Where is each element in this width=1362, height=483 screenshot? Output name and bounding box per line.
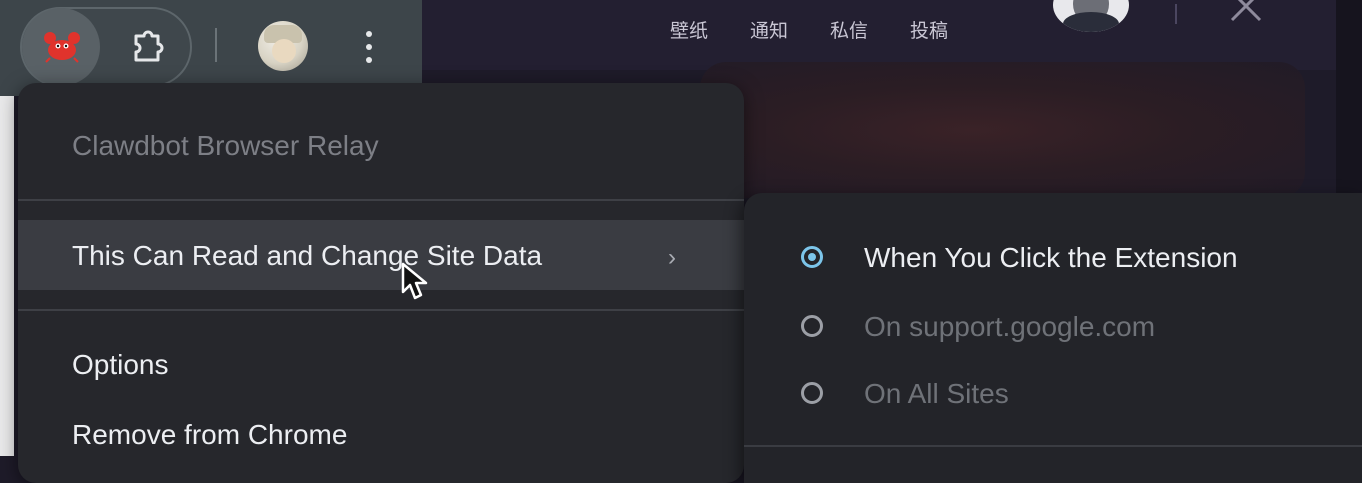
radio-on-site[interactable] [801,315,823,337]
option-when-click-label[interactable]: When You Click the Extension [864,242,1238,274]
profile-avatar[interactable] [258,21,308,71]
site-top-nav: 壁纸 通知 私信 投稿 [422,0,1362,70]
radio-all-sites[interactable] [801,382,823,404]
extension-context-menu: Clawdbot Browser Relay This Can Read and… [18,83,744,483]
nav-divider [1175,4,1177,24]
profile-face [272,39,296,63]
puzzle-icon[interactable] [128,24,168,68]
chevron-right-icon: › [668,244,676,271]
nav-link-messages[interactable]: 私信 [830,16,868,43]
menu-item-site-access-label[interactable]: This Can Read and Change Site Data [72,240,542,272]
menu-item-options[interactable]: Options [72,349,169,381]
submenu-separator [744,445,1362,447]
avatar-shirt [1063,12,1119,32]
page-hero-banner [700,62,1305,198]
page-left-edge [0,96,14,456]
nav-link-wallpaper[interactable]: 壁纸 [670,16,708,43]
site-access-submenu: When You Click the Extension On support.… [744,193,1362,483]
menu-title: Clawdbot Browser Relay [72,130,379,161]
mouse-cursor-icon [401,262,428,300]
user-avatar[interactable] [1053,0,1129,32]
toolbar-divider [215,28,217,62]
nav-links: 壁纸 通知 私信 投稿 [670,16,990,43]
option-all-sites-label[interactable]: On All Sites [864,378,1009,410]
kebab-menu-icon[interactable] [363,28,375,66]
radio-when-click[interactable] [801,246,823,268]
menu-separator [18,309,744,311]
crab-extension-icon[interactable] [42,28,82,64]
menu-item-remove[interactable]: Remove from Chrome [72,419,347,451]
option-on-site-label[interactable]: On support.google.com [864,311,1155,343]
nav-link-notifications[interactable]: 通知 [750,16,788,43]
menu-separator [18,199,744,201]
close-icon[interactable] [1228,0,1264,24]
nav-link-submit[interactable]: 投稿 [910,16,948,43]
